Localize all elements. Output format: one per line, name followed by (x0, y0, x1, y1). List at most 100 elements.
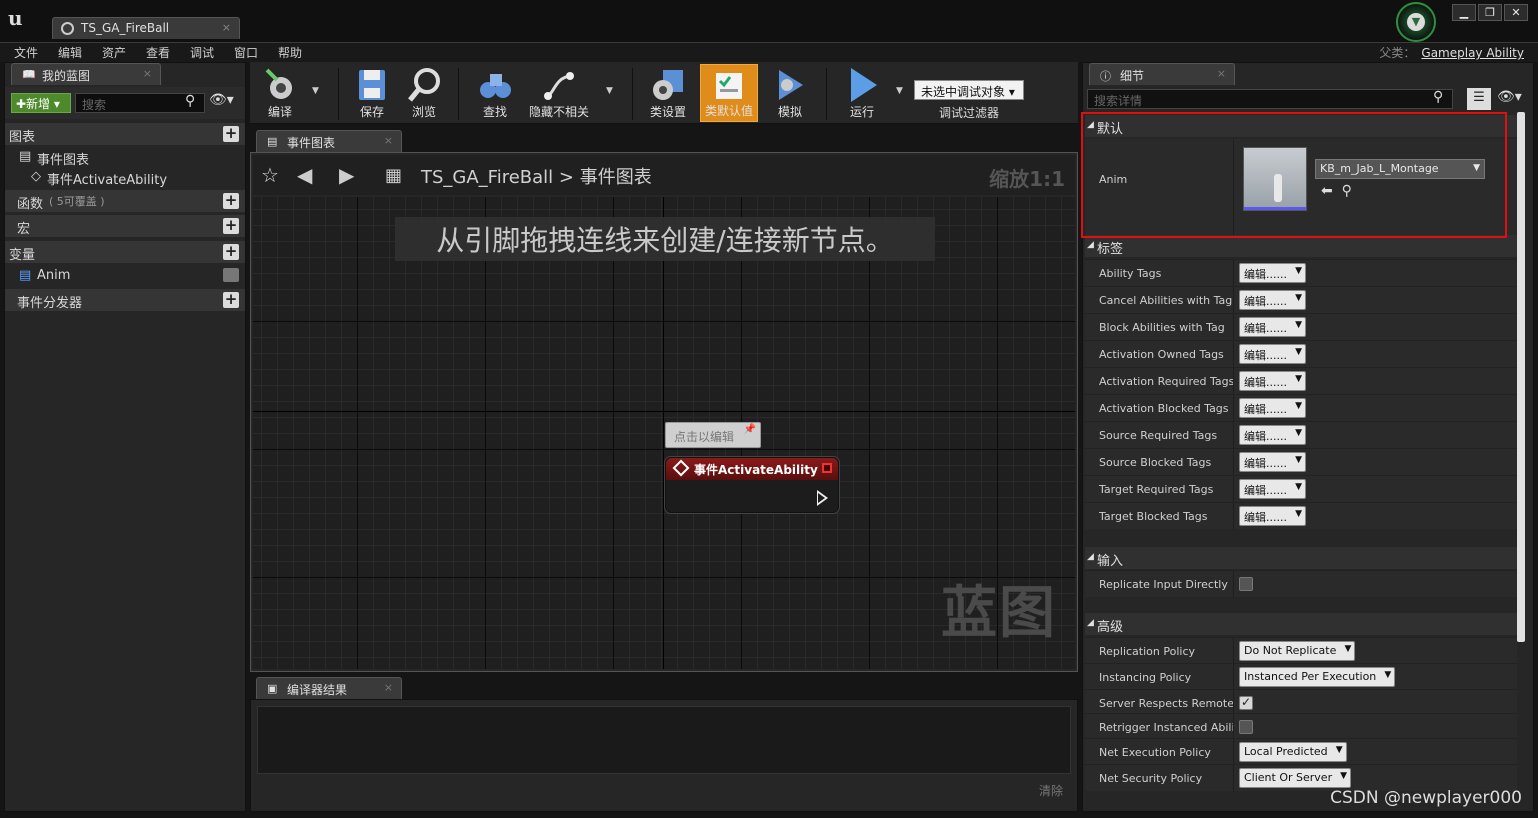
tag-edit-dropdown[interactable]: 编辑...... (1239, 290, 1306, 310)
tag-edit-dropdown[interactable]: 编辑...... (1239, 479, 1306, 499)
clear-button[interactable]: 清除 (1039, 782, 1063, 799)
node-comment-bubble[interactable]: 点击以编辑 📌 (665, 422, 761, 448)
browse-button[interactable]: 浏览 (400, 64, 448, 122)
graph-canvas[interactable]: 从引脚拖拽连线来创建/连接新节点。 点击以编辑 📌 事件ActivateAbil… (253, 197, 1075, 669)
variable-anim-item[interactable]: ▤ Anim (5, 265, 245, 287)
details-search-input[interactable]: 搜索详情 (1087, 89, 1453, 109)
add-variable-button[interactable]: + (223, 244, 239, 260)
tag-edit-dropdown[interactable]: 编辑...... (1239, 506, 1306, 526)
close-tab-icon[interactable]: × (222, 21, 231, 34)
save-button[interactable]: 保存 (348, 64, 396, 122)
visibility-icon[interactable] (223, 268, 239, 282)
document-tab[interactable]: TS_GA_FireBall × (52, 17, 240, 39)
retrigger-label: Retrigger Instanced Ability (1099, 721, 1235, 734)
view-options-eye-icon[interactable]: 👁▾ (209, 92, 234, 108)
parent-class-link[interactable]: Gameplay Ability (1421, 46, 1524, 60)
hide-unrelated-button[interactable]: 隐藏不相关 (526, 64, 592, 122)
maximize-button[interactable]: ❐ (1478, 4, 1502, 21)
close-tab-icon[interactable]: × (1217, 67, 1226, 80)
menu-window[interactable]: 窗口 (234, 44, 258, 61)
details-tab[interactable]: ⓘ 细节 × (1089, 63, 1235, 85)
debug-object-dropdown[interactable]: 未选中调试对象 ▾ (914, 80, 1024, 100)
replicate-input-checkbox[interactable] (1239, 577, 1253, 591)
add-graph-button[interactable]: + (223, 126, 239, 142)
favorite-star-icon[interactable]: ☆ (261, 163, 279, 187)
menu-file[interactable]: 文件 (14, 44, 38, 61)
replication-policy-label: Replication Policy (1099, 645, 1196, 658)
minimize-button[interactable]: ▁ (1452, 4, 1476, 21)
net-security-dropdown[interactable]: Client Or Server (1239, 768, 1352, 788)
find-button[interactable]: 查找 (468, 64, 522, 122)
tag-edit-dropdown[interactable]: 编辑...... (1239, 263, 1306, 283)
graphs-category[interactable]: 图表 + (5, 123, 245, 145)
macros-category[interactable]: 宏 + (5, 215, 245, 237)
zoom-level: 缩放1:1 (989, 167, 1065, 191)
class-settings-gear-icon (649, 66, 687, 104)
event-graph-tab[interactable]: ▤ 事件图表 × (256, 130, 402, 152)
menu-debug[interactable]: 调试 (190, 44, 214, 61)
section-input[interactable]: ◢ 输入 (1085, 547, 1517, 569)
net-execution-label: Net Execution Policy (1099, 746, 1211, 759)
run-button[interactable]: 运行 (836, 64, 888, 122)
tag-edit-dropdown[interactable]: 编辑...... (1239, 398, 1306, 418)
menu-asset[interactable]: 资产 (102, 44, 126, 61)
parent-class-label: 父类： (1379, 46, 1416, 60)
add-function-button[interactable]: + (223, 193, 239, 209)
tag-edit-dropdown[interactable]: 编辑...... (1239, 425, 1306, 445)
close-tab-icon[interactable]: × (384, 134, 393, 147)
source-control-icon[interactable]: ▼ (1396, 2, 1436, 42)
blueprint-watermark: 蓝图 (941, 581, 1057, 646)
graph-hint-text: 从引脚拖拽连线来创建/连接新节点。 (395, 217, 935, 261)
back-arrow-icon[interactable]: ◀ (297, 163, 312, 187)
retrigger-checkbox[interactable] (1239, 720, 1253, 734)
menu-help[interactable]: 帮助 (278, 44, 302, 61)
variables-category[interactable]: 变量 + (5, 241, 245, 263)
tag-row-label: Activation Blocked Tags (1099, 402, 1229, 415)
simulate-button[interactable]: 模拟 (764, 64, 816, 122)
tag-edit-dropdown[interactable]: 编辑...... (1239, 317, 1306, 337)
event-dispatchers-category[interactable]: 事件分发器 + (5, 289, 245, 311)
class-defaults-button[interactable]: 类默认值 (700, 64, 758, 122)
breadcrumb-blueprint[interactable]: TS_GA_FireBall (421, 167, 553, 188)
my-blueprint-tab[interactable]: 📖 我的蓝图 × (11, 63, 161, 85)
details-scrollbar[interactable] (1517, 112, 1525, 642)
close-tab-icon[interactable]: × (384, 681, 393, 694)
delegate-pin-icon[interactable] (822, 463, 832, 473)
compile-button[interactable]: 编译 (254, 64, 306, 122)
compiler-results-tab[interactable]: ▣ 编译器结果 × (256, 677, 402, 699)
add-macro-button[interactable]: + (223, 218, 239, 234)
class-settings-button[interactable]: 类设置 (642, 64, 694, 122)
tag-edit-dropdown[interactable]: 编辑...... (1239, 344, 1306, 364)
node-title: 事件ActivateAbility (694, 463, 818, 477)
menu-edit[interactable]: 编辑 (58, 44, 82, 61)
view-options-eye-icon[interactable]: 👁▾ (1497, 89, 1522, 105)
highlight-box (1081, 112, 1507, 238)
section-tags[interactable]: ◢ 标签 (1085, 235, 1517, 257)
net-execution-dropdown[interactable]: Local Predicted (1239, 742, 1347, 762)
instancing-policy-dropdown[interactable]: Instanced Per Execution (1239, 667, 1396, 687)
breadcrumb-graph[interactable]: 事件图表 (580, 167, 652, 188)
replication-policy-dropdown[interactable]: Do Not Replicate (1239, 641, 1356, 661)
event-activate-ability-item[interactable]: ◇ 事件ActivateAbility (5, 166, 245, 188)
pin-icon[interactable]: 📌 (744, 424, 756, 435)
add-new-button[interactable]: ✚新增 ▾ (11, 93, 71, 113)
compile-options-arrow-icon[interactable]: ▼ (312, 86, 319, 96)
forward-arrow-icon[interactable]: ▶ (339, 163, 354, 187)
csdn-watermark: CSDN @newplayer000 (1330, 788, 1522, 808)
unreal-logo-icon: u (8, 6, 23, 30)
graph-editor: ☆ ◀ ▶ ▦ TS_GA_FireBall > 事件图表 缩放1:1 从引脚拖… (250, 152, 1078, 672)
close-window-button[interactable]: ✕ (1504, 4, 1528, 21)
tag-edit-dropdown[interactable]: 编辑...... (1239, 452, 1306, 472)
tag-edit-dropdown[interactable]: 编辑...... (1239, 371, 1306, 391)
run-options-arrow-icon[interactable]: ▼ (896, 86, 903, 96)
server-respects-checkbox[interactable] (1239, 695, 1253, 710)
section-advanced[interactable]: ◢ 高级 (1085, 613, 1517, 635)
menu-view[interactable]: 查看 (146, 44, 170, 61)
event-activate-ability-node[interactable]: 事件ActivateAbility (665, 457, 839, 513)
event-graph-item[interactable]: ▤ 事件图表 (5, 146, 245, 168)
property-matrix-icon[interactable]: ☰ (1467, 88, 1491, 110)
functions-category[interactable]: 函数 ( 5可覆盖 ) + (5, 190, 245, 212)
close-tab-icon[interactable]: × (143, 67, 152, 80)
hide-unrelated-options-arrow-icon[interactable]: ▼ (606, 86, 613, 96)
add-dispatcher-button[interactable]: + (223, 292, 239, 308)
